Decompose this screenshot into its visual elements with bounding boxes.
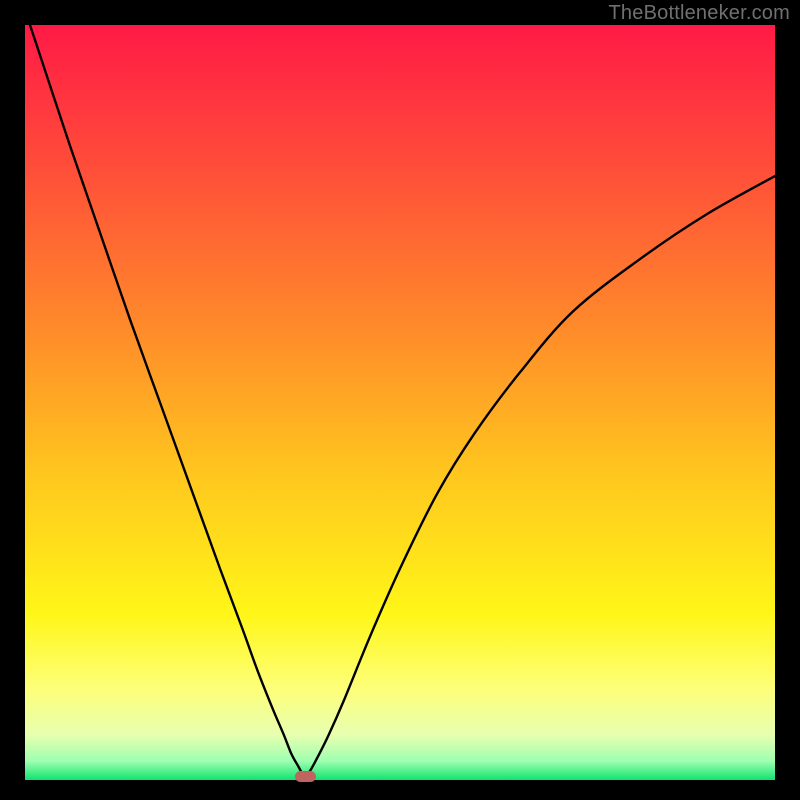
watermark-text: TheBottleneker.com	[609, 2, 790, 25]
bottleneck-point-marker	[295, 771, 316, 782]
bottleneck-curve	[25, 25, 775, 780]
chart-frame	[25, 25, 775, 780]
